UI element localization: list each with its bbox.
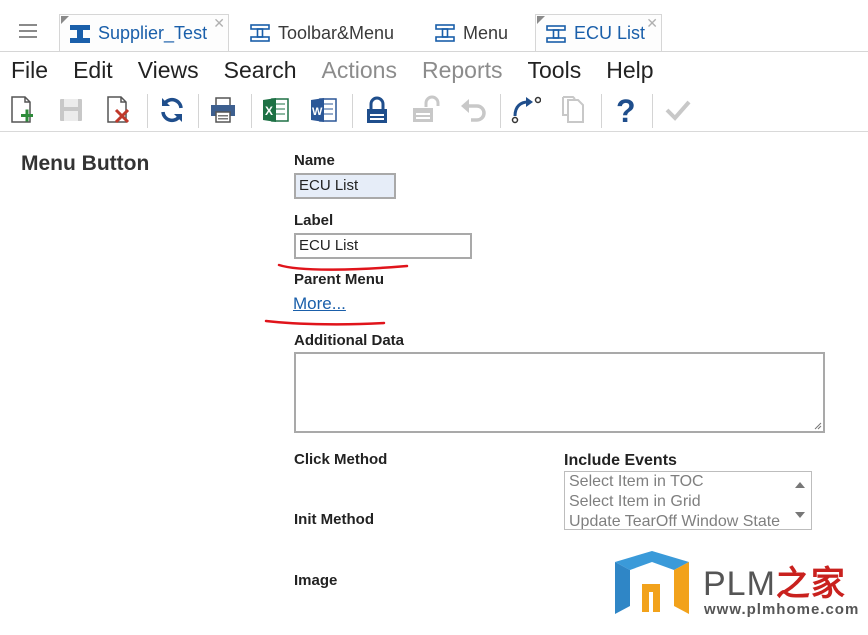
menu-help[interactable]: Help bbox=[595, 57, 653, 84]
toolbar-separator bbox=[251, 94, 252, 128]
tab-label: Menu bbox=[463, 22, 509, 43]
parent-menu-more-link[interactable]: More... bbox=[293, 294, 346, 314]
unlock-icon[interactable] bbox=[408, 93, 442, 127]
toolbar: X W ? bbox=[0, 88, 868, 132]
done-icon[interactable] bbox=[661, 93, 695, 127]
page-title: Menu Button bbox=[21, 152, 150, 175]
promote-icon[interactable] bbox=[508, 93, 542, 127]
name-field[interactable]: ECU List bbox=[294, 173, 396, 199]
tab-label: Supplier_Test bbox=[98, 23, 208, 43]
click-method-label: Click Method bbox=[294, 451, 388, 468]
toolbar-separator bbox=[198, 94, 199, 128]
tab-corner-marker bbox=[61, 16, 69, 24]
menu-tools[interactable]: Tools bbox=[517, 57, 582, 84]
scroll-up-icon[interactable] bbox=[795, 482, 805, 488]
print-icon[interactable] bbox=[206, 93, 240, 127]
lock-icon[interactable] bbox=[360, 93, 394, 127]
additional-data-label: Additional Data bbox=[294, 332, 405, 349]
watermark-title-text: PLM bbox=[703, 565, 776, 603]
hamburger-menu-icon[interactable] bbox=[19, 24, 37, 42]
listbox-scrollbar[interactable] bbox=[789, 472, 811, 529]
annotation-underline bbox=[264, 319, 386, 326]
tab-label: ECU List bbox=[574, 23, 646, 43]
toolbar-separator bbox=[147, 94, 148, 128]
list-item[interactable]: Update TearOff Window State bbox=[565, 512, 811, 529]
copy-icon[interactable] bbox=[557, 93, 591, 127]
close-tab-icon[interactable]: ✕ bbox=[646, 15, 658, 32]
label-label: Label bbox=[294, 212, 334, 229]
include-events-listbox[interactable]: Select Item in TOC Select Item in Grid U… bbox=[564, 471, 812, 530]
close-tab-icon[interactable]: ✕ bbox=[213, 15, 225, 32]
name-label: Name bbox=[294, 152, 335, 169]
init-method-label: Init Method bbox=[294, 511, 374, 528]
item-type-icon bbox=[546, 24, 566, 43]
scroll-down-icon[interactable] bbox=[795, 512, 805, 518]
tab-supplier-test[interactable]: Supplier_Test ✕ bbox=[59, 14, 229, 52]
watermark-url: www.plmhome.com bbox=[704, 601, 860, 618]
discard-icon[interactable] bbox=[102, 93, 136, 127]
excel-icon[interactable]: X bbox=[259, 93, 293, 127]
menu-search[interactable]: Search bbox=[213, 57, 297, 84]
tab-label: Toolbar&Menu bbox=[278, 22, 395, 43]
word-icon[interactable]: W bbox=[307, 93, 341, 127]
parent-menu-label: Parent Menu bbox=[294, 271, 385, 288]
list-item[interactable]: Select Item in TOC bbox=[565, 472, 811, 492]
menu-actions[interactable]: Actions bbox=[311, 57, 397, 84]
annotation-underline bbox=[277, 263, 409, 271]
include-events-label: Include Events bbox=[564, 452, 677, 469]
tab-toolbar-menu[interactable]: Toolbar&Menu bbox=[240, 14, 404, 52]
toolbar-separator bbox=[500, 94, 501, 128]
refresh-icon[interactable] bbox=[155, 93, 189, 127]
help-icon[interactable]: ? bbox=[609, 93, 643, 127]
item-type-icon bbox=[435, 24, 455, 42]
menu-reports[interactable]: Reports bbox=[411, 57, 503, 84]
menu-edit[interactable]: Edit bbox=[62, 57, 113, 84]
watermark-title: PLM之家 bbox=[703, 556, 846, 605]
tab-corner-marker bbox=[537, 16, 545, 24]
item-type-icon bbox=[70, 24, 90, 43]
toolbar-separator bbox=[652, 94, 653, 128]
menu-views[interactable]: Views bbox=[127, 57, 199, 84]
new-icon[interactable] bbox=[6, 93, 40, 127]
menu-bar: File Edit Views Search Actions Reports T… bbox=[0, 52, 868, 88]
toolbar-separator bbox=[601, 94, 602, 128]
image-label: Image bbox=[294, 572, 338, 589]
tab-strip: Supplier_Test ✕ Toolbar&Menu Menu ECU Li… bbox=[0, 0, 868, 52]
item-type-icon bbox=[250, 24, 270, 42]
additional-data-textarea[interactable] bbox=[294, 352, 825, 433]
plmhome-logo bbox=[612, 548, 692, 621]
svg-text:W: W bbox=[312, 106, 323, 118]
list-item[interactable]: Select Item in Grid bbox=[565, 492, 811, 512]
menu-file[interactable]: File bbox=[0, 57, 48, 84]
svg-text:?: ? bbox=[616, 94, 636, 126]
resize-grip-icon[interactable] bbox=[813, 421, 822, 430]
watermark-title-cn: 之家 bbox=[775, 565, 846, 603]
tab-ecu-list[interactable]: ECU List ✕ bbox=[535, 14, 662, 52]
tab-menu[interactable]: Menu bbox=[425, 14, 518, 52]
svg-text:X: X bbox=[265, 104, 273, 118]
save-icon[interactable] bbox=[54, 93, 88, 127]
undo-icon[interactable] bbox=[456, 93, 490, 127]
toolbar-separator bbox=[352, 94, 353, 128]
label-field[interactable]: ECU List bbox=[294, 233, 472, 259]
